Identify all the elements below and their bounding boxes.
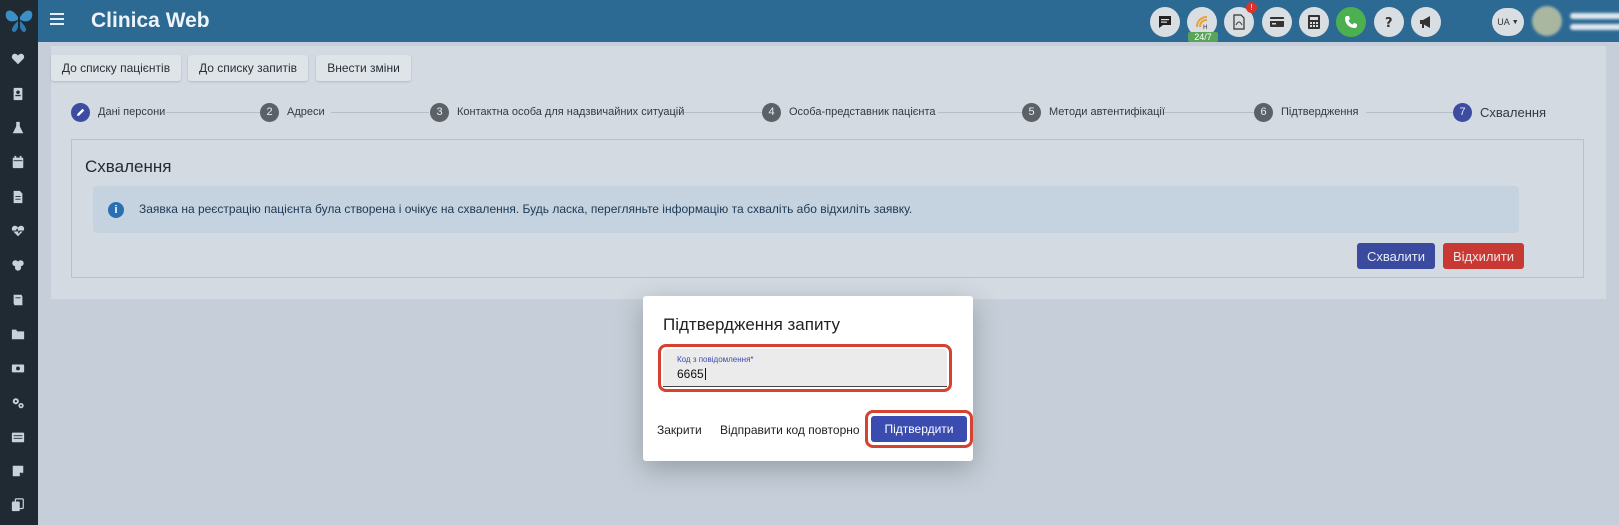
calendar-icon[interactable] [9, 154, 27, 170]
step-label: Схвалення [1480, 104, 1547, 120]
step-connector [1163, 112, 1258, 113]
approve-button[interactable]: Схвалити [1357, 243, 1435, 269]
card-title: Схвалення [85, 157, 172, 176]
back-to-patients-button[interactable]: До списку пацієнтів [51, 55, 181, 81]
step-confirmation[interactable]: 6 Підтвердження [1254, 102, 1359, 122]
reject-button[interactable]: Відхилити [1443, 243, 1524, 269]
copy-icon[interactable] [9, 497, 27, 513]
info-alert: i Заявка на реєстрацію пацієнта була ств… [93, 186, 1519, 233]
user-role-blurred [1570, 24, 1619, 30]
back-to-requests-button[interactable]: До списку запитів [188, 55, 308, 81]
code-field-highlight [658, 344, 952, 392]
step-connector [938, 112, 1028, 113]
step-number: 6 [1254, 102, 1273, 122]
step-person-data[interactable]: Дані персони [71, 102, 165, 122]
heart-icon[interactable] [9, 51, 27, 67]
book-icon[interactable] [9, 292, 27, 308]
step-approval[interactable]: 7 Схвалення [1453, 102, 1546, 122]
step-number: 7 [1453, 102, 1472, 122]
step-number: 2 [260, 102, 279, 122]
registration-panel: До списку пацієнтів До списку запитів Вн… [51, 46, 1606, 299]
flask-icon[interactable] [9, 120, 27, 136]
app-title: Clinica Web [91, 9, 210, 32]
step-emergency-contact[interactable]: 3 Контактна особа для надзвичайних ситуа… [430, 102, 684, 122]
step-label: Адреси [287, 106, 325, 118]
chevron-down-icon: ▼ [1511, 18, 1519, 26]
confirm-request-dialog: Підтвердження запиту Код з повідомлення*… [643, 296, 973, 461]
edit-button[interactable]: Внести зміни [316, 55, 411, 81]
step-connector [166, 112, 261, 113]
user-profile[interactable] [1530, 4, 1619, 38]
hamburger-menu-icon[interactable] [50, 13, 64, 27]
note-icon[interactable] [9, 463, 27, 479]
id-card-icon[interactable] [9, 86, 27, 102]
list-icon[interactable] [9, 429, 27, 445]
language-label: UA [1497, 17, 1510, 27]
help-icon[interactable]: ? [1374, 7, 1404, 37]
heartbeat-icon[interactable] [9, 223, 27, 239]
info-icon: i [108, 202, 124, 218]
step-number: 3 [430, 102, 449, 122]
confirm-button-highlight [865, 410, 973, 448]
step-label: Підтвердження [1281, 106, 1359, 118]
step-label: Особа-представник пацієнта [789, 106, 936, 118]
svg-text:?: ? [1385, 16, 1393, 30]
step-number: 4 [762, 102, 781, 122]
card-icon[interactable] [1262, 7, 1292, 37]
step-label: Методи автентифікації [1049, 106, 1165, 118]
folder-icon[interactable] [9, 326, 27, 342]
calculator-icon[interactable] [1299, 7, 1329, 37]
pencil-icon [71, 102, 90, 122]
megaphone-icon[interactable] [1411, 7, 1441, 37]
approval-card: Схвалення i Заявка на реєстрацію пацієнт… [71, 139, 1584, 278]
pills-icon[interactable] [9, 257, 27, 273]
dialog-title: Підтвердження запиту [663, 315, 840, 334]
resend-code-button[interactable]: Відправити код повторно [720, 423, 860, 437]
alert-badge: ! [1246, 2, 1257, 13]
butterfly-logo-icon[interactable] [3, 3, 35, 35]
close-button[interactable]: Закрити [657, 423, 702, 437]
step-connector [673, 112, 768, 113]
step-auth-methods[interactable]: 5 Методи автентифікації [1022, 102, 1165, 122]
settings-icon[interactable] [9, 395, 27, 411]
support-badge: 24/7 [1188, 32, 1218, 42]
step-addresses[interactable]: 2 Адреси [260, 102, 325, 122]
svg-text:H: H [1203, 24, 1208, 30]
avatar [1532, 6, 1562, 36]
language-selector[interactable]: UA ▼ [1492, 8, 1524, 36]
money-icon[interactable] [9, 360, 27, 376]
step-patient-representative[interactable]: 4 Особа-представник пацієнта [762, 102, 936, 122]
alert-text: Заявка на реєстрацію пацієнта була створ… [139, 202, 913, 216]
chat-icon[interactable] [1150, 7, 1180, 37]
user-name-blurred [1570, 13, 1619, 19]
top-bar: Clinica Web H ? UA ▼ 24/7 ! [38, 0, 1619, 42]
step-label: Контактна особа для надзвичайних ситуаці… [457, 106, 685, 118]
left-sidebar [0, 0, 38, 525]
step-connector [331, 112, 429, 113]
document-icon[interactable] [9, 189, 27, 205]
step-connector [1366, 112, 1456, 113]
step-number: 5 [1022, 102, 1041, 122]
step-label: Дані персони [98, 106, 166, 118]
phone-icon[interactable] [1336, 7, 1366, 37]
